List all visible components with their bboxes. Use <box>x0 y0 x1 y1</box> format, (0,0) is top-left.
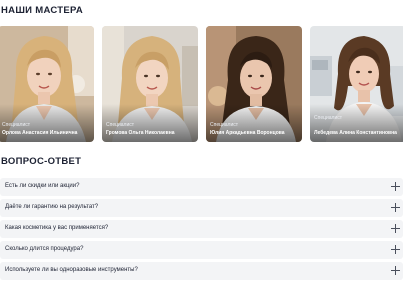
faq-item[interactable]: Сколько длится процедура? <box>0 241 403 259</box>
master-card-orlova[interactable]: Специалист Орлова Анастасия Ильинична <box>0 26 94 142</box>
master-name: Громова Ольга Николаевна <box>106 130 175 136</box>
master-name: Орлова Анастасия Ильинична <box>2 130 78 136</box>
plus-icon[interactable] <box>390 244 401 255</box>
master-card-vorontsova[interactable]: Специалист Юлия Аркадьевна Воронцова <box>206 26 302 142</box>
master-name: Юлия Аркадьевна Воронцова <box>210 130 285 136</box>
master-role: Специалист <box>106 122 135 128</box>
master-name: Лебедева Алина Константиновна <box>314 130 397 136</box>
master-card-lebedeva[interactable]: Специалист Лебедева Алина Константиновна <box>310 26 403 142</box>
faq-item[interactable]: Используете ли вы одноразовые инструмент… <box>0 262 403 280</box>
faq-question: Используете ли вы одноразовые инструмент… <box>5 267 138 273</box>
faq-item[interactable]: Какая косметика у вас применяется? <box>0 220 403 238</box>
faq-question: Даёте ли гарантию на результат? <box>5 204 99 210</box>
plus-icon[interactable] <box>390 202 401 213</box>
plus-icon[interactable] <box>390 223 401 234</box>
master-role: Специалист <box>2 122 31 128</box>
master-role: Специалист <box>314 115 343 121</box>
faq-question: Есть ли скидки или акции? <box>5 183 80 189</box>
faq-item[interactable]: Есть ли скидки или акции? <box>0 178 403 196</box>
plus-icon[interactable] <box>390 181 401 192</box>
faq-question: Какая косметика у вас применяется? <box>5 225 109 231</box>
masters-carousel: Специалист Орлова Анастасия Ильинична Сп… <box>0 26 403 142</box>
card-shade <box>310 104 403 142</box>
faq-item[interactable]: Даёте ли гарантию на результат? <box>0 199 403 217</box>
faq-question: Сколько длится процедура? <box>5 246 84 252</box>
master-role: Специалист <box>210 122 239 128</box>
masters-section-title: НАШИ МАСТЕРА <box>1 5 83 16</box>
plus-icon[interactable] <box>390 265 401 276</box>
master-card-gromova[interactable]: Специалист Громова Ольга Николаевна <box>102 26 198 142</box>
faq-section-title: ВОПРОС-ОТВЕТ <box>1 156 82 167</box>
